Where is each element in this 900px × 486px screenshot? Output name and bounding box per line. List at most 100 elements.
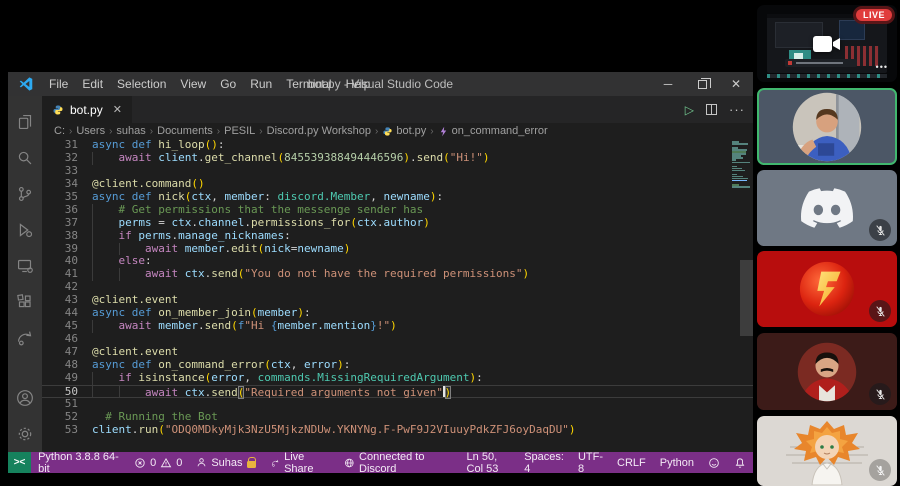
extensions-icon[interactable] [10, 284, 40, 320]
menu-go[interactable]: Go [213, 77, 243, 91]
problems-status[interactable]: 0 0 [127, 452, 189, 473]
video-camera-icon [812, 34, 842, 54]
tile-screen-share[interactable]: LIVE ••• [757, 5, 897, 82]
code-line[interactable]: 53client.run("ODQ0MDkyMjk3NzU5MjkzNDUw.Y… [42, 424, 753, 437]
code-line[interactable]: 50 await ctx.send("Required arguments no… [42, 385, 753, 398]
breadcrumb: C:›Users›suhas›Documents›PESIL›Discord.p… [42, 123, 753, 139]
mic-muted-icon [869, 219, 891, 241]
remote-explorer-icon[interactable] [10, 248, 40, 284]
minimap[interactable] [731, 141, 751, 193]
titlebar: File Edit Selection View Go Run Terminal… [8, 72, 753, 96]
mic-muted-icon [869, 459, 891, 481]
omniman-avatar [796, 341, 858, 403]
breadcrumb-separator: › [374, 126, 379, 137]
discord-logo-icon [801, 188, 853, 228]
liveshare-user-status[interactable]: Suhas [189, 452, 262, 473]
breadcrumb-separator: › [68, 126, 73, 137]
tile-f-logo-user[interactable] [757, 251, 897, 327]
tile-discord-bot[interactable] [757, 170, 897, 246]
code-line[interactable]: 45 await member.send(f"Hi {member.mentio… [42, 320, 753, 333]
minimize-button[interactable]: ─ [651, 72, 685, 96]
live-badge: LIVE [856, 9, 892, 21]
split-editor-icon[interactable] [706, 104, 717, 115]
live-share-status-icon [270, 457, 281, 469]
breadcrumb-segment[interactable]: bot.py [396, 125, 426, 137]
breadcrumb-segment[interactable]: Discord.py Workshop [267, 125, 371, 137]
tile-webcam-speaker[interactable] [757, 88, 897, 165]
tab-label: bot.py [70, 103, 103, 117]
python-file-icon [382, 126, 393, 137]
code-line[interactable]: 41 await ctx.send("You do not have the r… [42, 268, 753, 281]
tab-botpy[interactable]: bot.py ✕ [42, 96, 132, 123]
mic-muted-icon [869, 383, 891, 405]
status-bar: >< Python 3.8.8 64-bit 0 0 Suhas Live Sh… [8, 452, 753, 473]
error-icon [134, 457, 146, 469]
discord-connection-status[interactable]: Connected to Discord [337, 452, 459, 473]
source-control-icon[interactable] [10, 176, 40, 212]
code-line[interactable]: 32 await client.get_channel(845539388494… [42, 152, 753, 165]
mic-muted-icon [869, 300, 891, 322]
vscode-logo-icon [18, 76, 34, 92]
breadcrumb-separator: › [258, 126, 263, 137]
live-share-icon[interactable] [10, 320, 40, 356]
scrollbar-thumb[interactable] [740, 260, 753, 336]
code-lines: 31async def hi_loop():32 await client.ge… [42, 139, 753, 437]
feedback-smiley-icon[interactable] [701, 452, 727, 473]
breadcrumb-segment[interactable]: on_command_error [452, 125, 548, 137]
code-editor[interactable]: 31async def hi_loop():32 await client.ge… [42, 139, 753, 452]
close-button[interactable]: ✕ [719, 72, 753, 96]
warning-icon [160, 457, 172, 469]
cursor-position-status[interactable]: Ln 50, Col 53 [460, 452, 518, 473]
breadcrumb-separator: › [149, 126, 154, 137]
remote-indicator[interactable]: >< [8, 452, 31, 473]
breadcrumb-separator: › [216, 126, 221, 137]
menu-selection[interactable]: Selection [110, 77, 173, 91]
encoding-status[interactable]: UTF-8 [571, 452, 610, 473]
language-mode-status[interactable]: Python [653, 452, 701, 473]
tab-bar: bot.py ✕ ▷ ··· [42, 96, 753, 123]
run-python-file-button[interactable]: ▷ [685, 103, 694, 117]
python-interpreter-status[interactable]: Python 3.8.8 64-bit [31, 452, 127, 473]
tile-more-icon[interactable]: ••• [876, 62, 888, 72]
settings-gear-icon[interactable] [10, 416, 40, 452]
eol-status[interactable]: CRLF [610, 452, 653, 473]
breadcrumb-segment[interactable]: suhas [116, 125, 145, 137]
breadcrumb-segment[interactable]: C: [54, 125, 65, 137]
notifications-bell-icon[interactable] [727, 452, 753, 473]
anime-avatar [772, 417, 882, 485]
breadcrumb-segment[interactable]: Documents [157, 125, 213, 137]
symbol-event-icon [438, 126, 449, 137]
tab-close-icon[interactable]: ✕ [113, 103, 122, 116]
webcam-avatar [791, 91, 863, 163]
tile-anime-user[interactable] [757, 416, 897, 486]
live-share-status[interactable]: Live Share [263, 452, 338, 473]
activity-bar [8, 96, 42, 452]
menu-run[interactable]: Run [243, 77, 279, 91]
stream-layout: { "window": { "title": "bot.py - Visual … [0, 0, 900, 473]
restore-button[interactable] [685, 72, 719, 96]
menu-view[interactable]: View [173, 77, 213, 91]
account-icon[interactable] [10, 380, 40, 416]
more-actions-icon[interactable]: ··· [729, 102, 745, 117]
restore-icon [698, 80, 707, 89]
breadcrumb-segment[interactable]: PESIL [224, 125, 255, 137]
menu-terminal[interactable]: Terminal [279, 77, 338, 91]
menu-help[interactable]: Help [339, 77, 378, 91]
breadcrumb-separator: › [108, 126, 113, 137]
explorer-icon[interactable] [10, 104, 40, 140]
person-icon [196, 457, 207, 468]
code-line[interactable]: 49 if isinstance(error, commands.Missing… [42, 372, 753, 385]
lock-icon [247, 461, 256, 468]
breadcrumb-separator: › [429, 126, 434, 137]
run-debug-icon[interactable] [10, 212, 40, 248]
f-bolt-avatar [798, 260, 856, 318]
search-icon[interactable] [10, 140, 40, 176]
tile-omniman-user[interactable] [757, 333, 897, 410]
python-file-icon [52, 104, 64, 116]
vscode-window: File Edit Selection View Go Run Terminal… [8, 72, 753, 473]
indentation-status[interactable]: Spaces: 4 [517, 452, 571, 473]
menu-edit[interactable]: Edit [75, 77, 110, 91]
menu-file[interactable]: File [42, 77, 75, 91]
globe-icon [344, 457, 355, 469]
breadcrumb-segment[interactable]: Users [76, 125, 105, 137]
